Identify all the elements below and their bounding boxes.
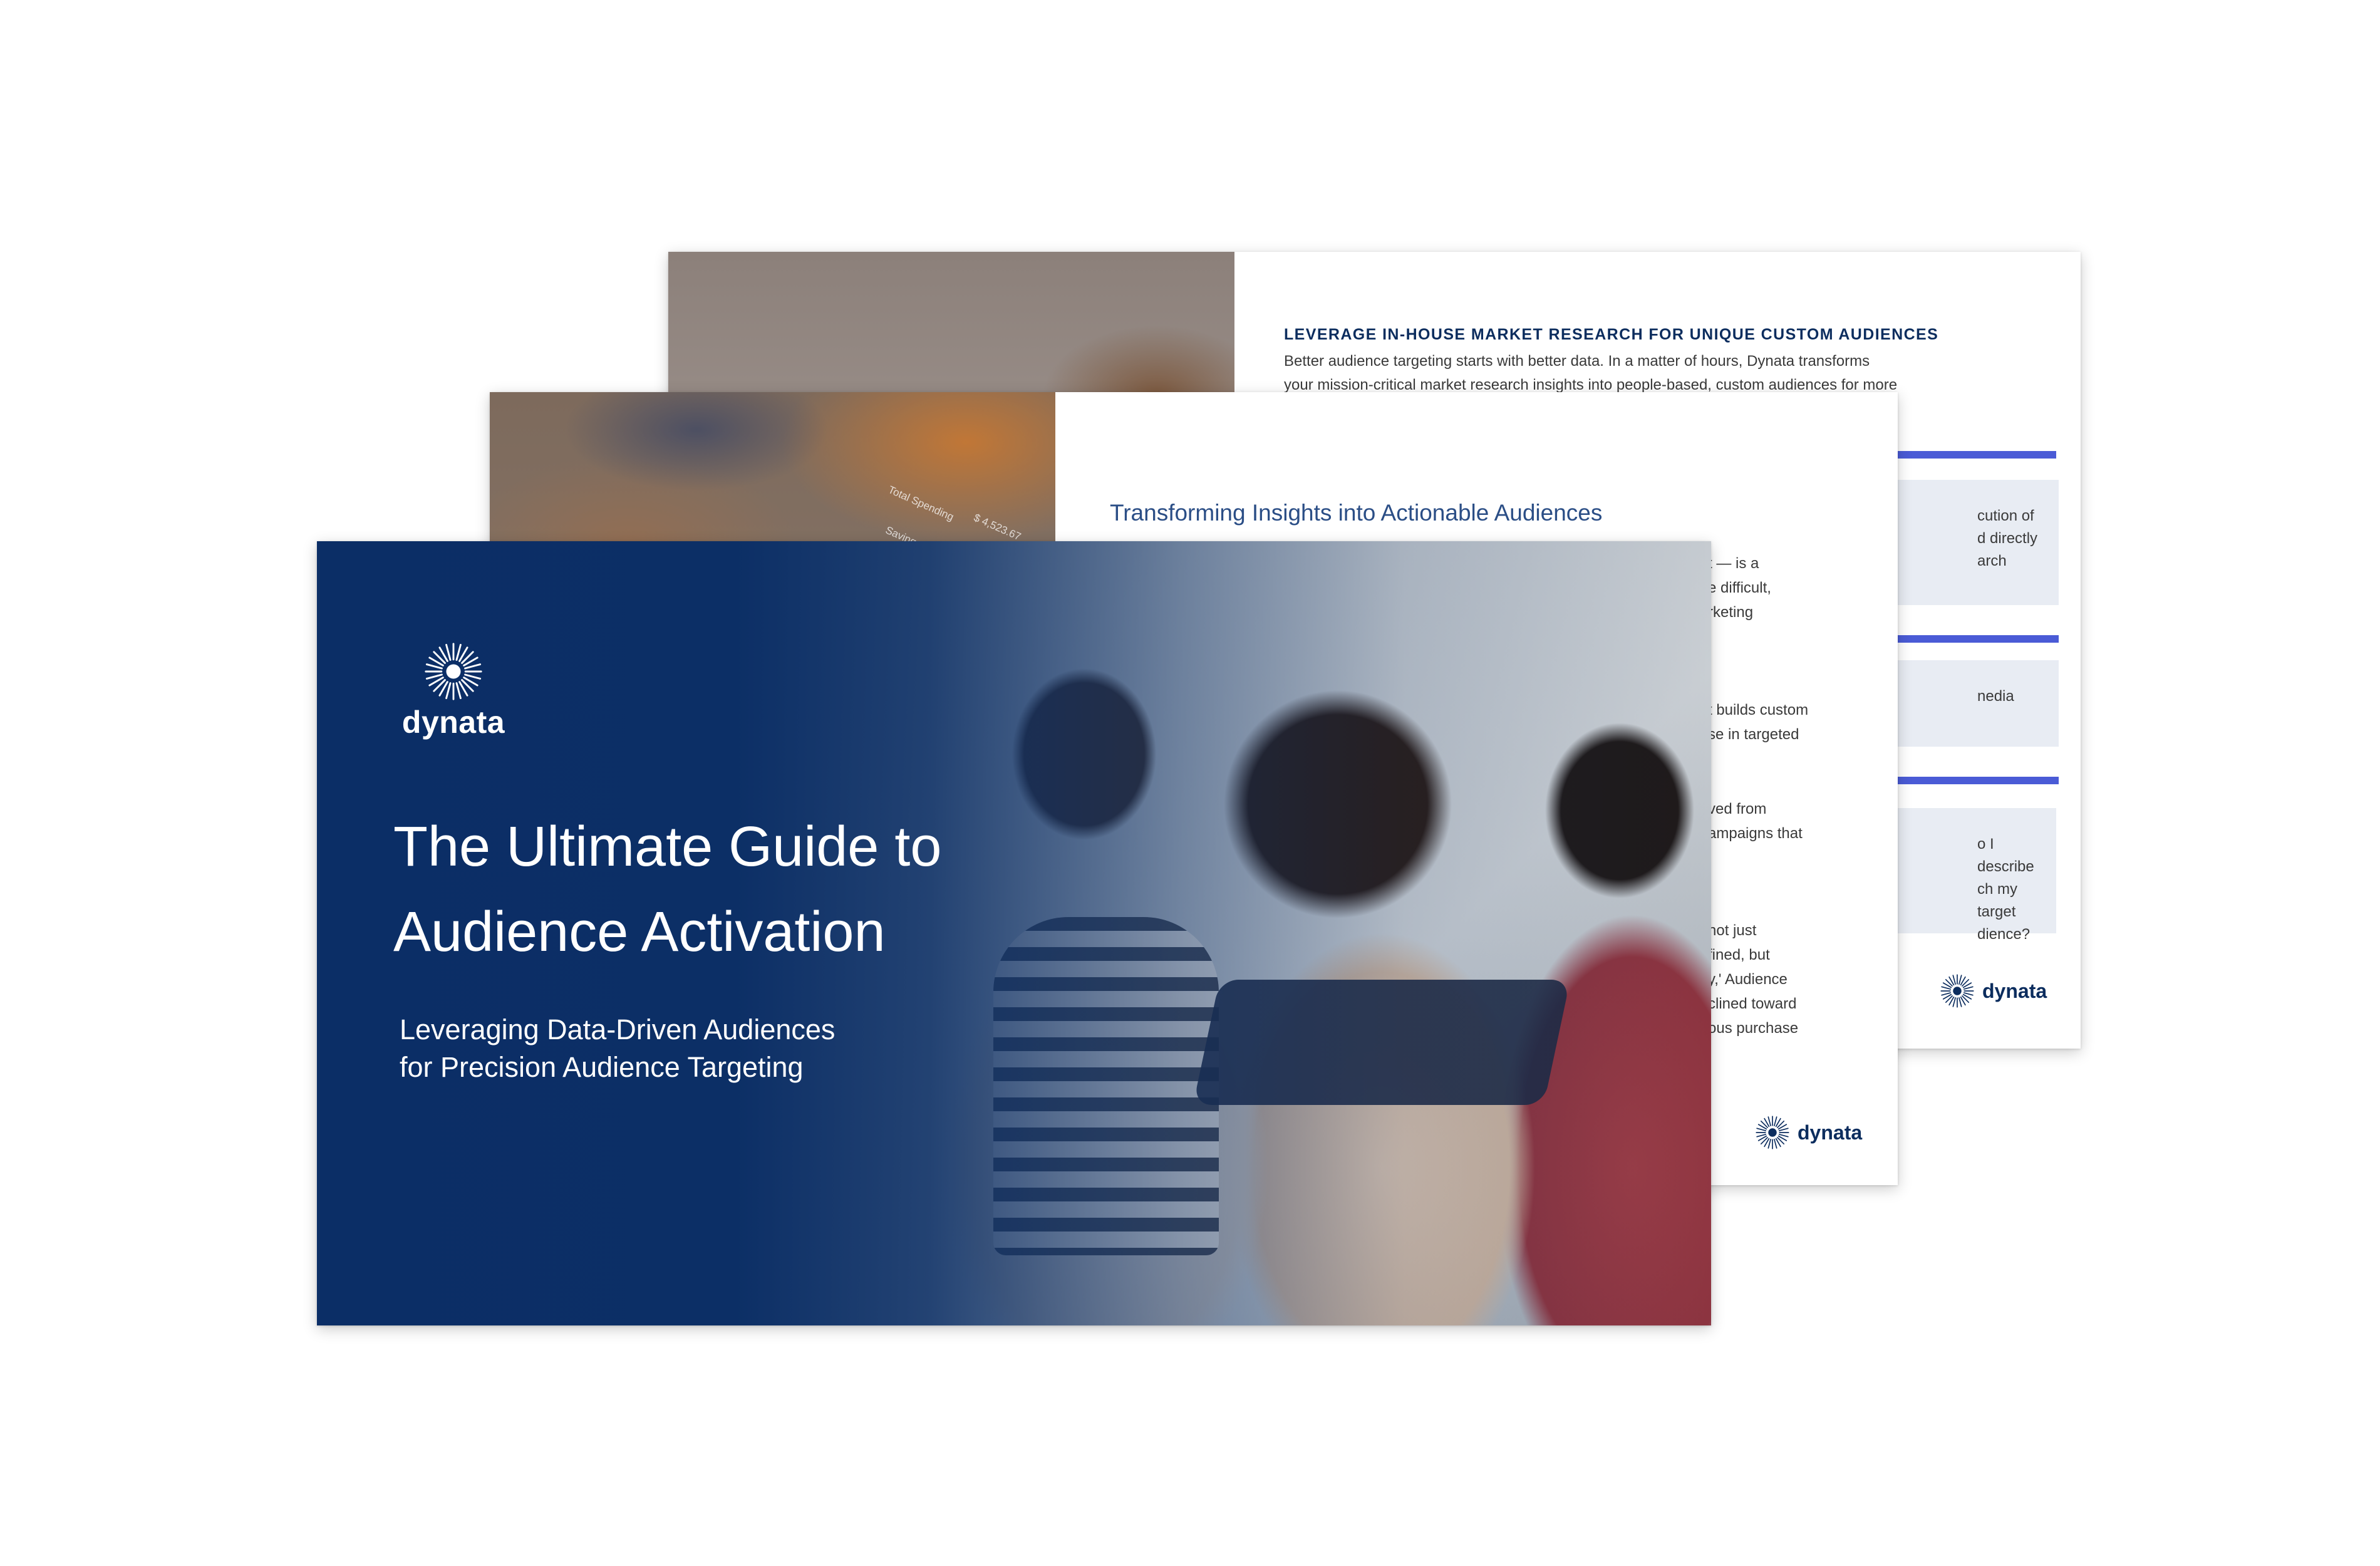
cover-title: The Ultimate Guide to Audience Activatio…	[393, 804, 1208, 975]
photo-label: Total Spending	[886, 483, 956, 524]
logo-text: dynata	[401, 705, 505, 740]
text-fragment: ved from ampaigns that	[1708, 801, 1803, 842]
text-fragment: t — is a e difficult, rketing	[1708, 555, 1771, 621]
cover-subtitle: Leveraging Data-Driven Audiences for Pre…	[400, 1011, 1151, 1086]
cover-subtitle-line: Leveraging Data-Driven Audiences	[400, 1014, 836, 1045]
back-page-logo: dynata	[1940, 973, 2047, 1009]
logo-text: dynata	[1982, 979, 2047, 1002]
text-fragment: not just fined, but y,' Audience clined …	[1708, 922, 1799, 1037]
middle-page-logo: dynata	[1755, 1115, 1862, 1150]
back-page-body-line: Better audience targeting starts with be…	[1284, 353, 1870, 370]
starburst-icon	[1940, 973, 1975, 1009]
cover-title-line: Audience Activation	[393, 901, 886, 963]
back-page-body: Better audience targeting starts with be…	[1284, 350, 2036, 397]
cover-title-line: The Ultimate Guide to	[393, 816, 942, 878]
text-fragment: t builds custom se in targeted	[1708, 702, 1809, 743]
logo-text: dynata	[1798, 1121, 1863, 1144]
cover-subtitle-line: for Precision Audience Targeting	[400, 1051, 804, 1083]
starburst-icon	[1755, 1115, 1790, 1150]
starburst-icon	[423, 641, 484, 702]
photo-label: $ 4,523.67	[971, 511, 1023, 543]
brochure-stage: LEVERAGE IN-HOUSE MARKET RESEARCH FOR UN…	[0, 0, 2380, 1566]
cover-page: dynata The Ultimate Guide to Audience Ac…	[317, 541, 1711, 1325]
middle-page-title: Transforming Insights into Actionable Au…	[1110, 500, 1603, 526]
back-page-heading: LEVERAGE IN-HOUSE MARKET RESEARCH FOR UN…	[1284, 326, 1939, 343]
cover-logo: dynata	[397, 641, 510, 740]
